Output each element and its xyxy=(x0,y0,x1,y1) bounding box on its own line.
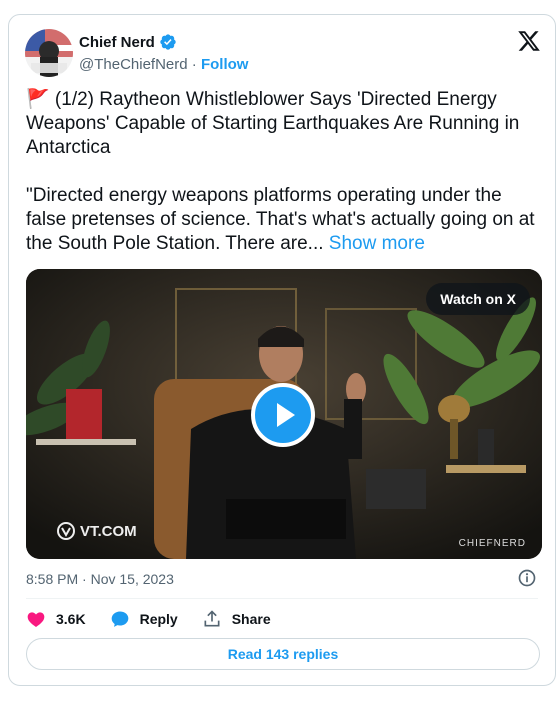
like-button[interactable]: 3.6K xyxy=(26,609,86,629)
like-count: 3.6K xyxy=(56,611,86,627)
share-icon xyxy=(204,610,220,627)
reply-button[interactable]: Reply xyxy=(110,609,178,629)
verified-badge-icon xyxy=(160,34,176,50)
watch-on-x-button[interactable]: Watch on X xyxy=(426,283,530,315)
info-icon[interactable] xyxy=(517,568,537,588)
tweet-card: Chief Nerd @TheChiefNerd · Follow 🚩 (1/2… xyxy=(8,14,556,686)
action-bar: 3.6K Reply Share xyxy=(26,609,295,629)
tweet-timestamp[interactable]: 8:58 PM · Nov 15, 2023 xyxy=(26,571,174,587)
author-display-name[interactable]: Chief Nerd xyxy=(79,34,155,51)
follow-button[interactable]: Follow xyxy=(201,56,249,73)
chiefnerd-watermark: CHIEFNERD xyxy=(458,538,526,549)
video-player[interactable]: Watch on X VT.COM CHIEFNERD xyxy=(26,269,542,559)
avatar[interactable] xyxy=(25,29,73,77)
reply-label: Reply xyxy=(139,611,178,627)
tweet-body: 🚩 (1/2) Raytheon Whistleblower Says 'Dir… xyxy=(26,89,535,254)
divider xyxy=(26,598,538,599)
show-more-link[interactable]: Show more xyxy=(329,233,425,254)
vt-label: VT.COM xyxy=(80,522,137,540)
tweet-text: 🚩 (1/2) Raytheon Whistleblower Says 'Dir… xyxy=(26,88,546,256)
play-button[interactable] xyxy=(251,383,315,447)
author-handle-row: @TheChiefNerd · Follow xyxy=(79,56,248,73)
share-button[interactable]: Share xyxy=(202,609,271,629)
heart-icon xyxy=(27,612,45,627)
share-label: Share xyxy=(231,611,271,627)
author-handle[interactable]: @TheChiefNerd xyxy=(79,56,188,73)
play-icon xyxy=(277,403,295,427)
reply-icon xyxy=(111,611,128,627)
x-logo-icon[interactable] xyxy=(517,29,541,53)
author-name-row: Chief Nerd xyxy=(79,33,177,51)
vt-watermark: VT.COM xyxy=(56,521,137,541)
read-replies-button[interactable]: Read 143 replies xyxy=(26,638,540,670)
separator: · xyxy=(187,56,201,73)
vt-logo-icon xyxy=(57,522,75,540)
